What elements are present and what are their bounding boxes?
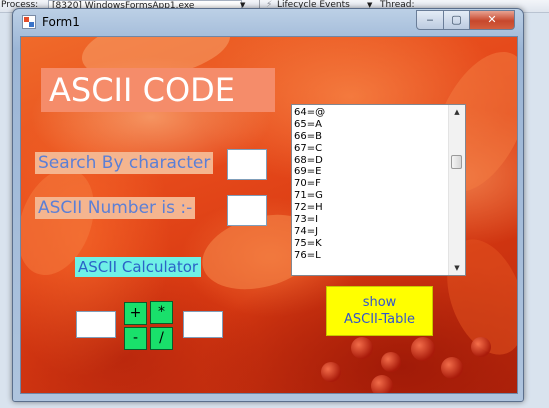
- list-item[interactable]: 65=A: [294, 119, 449, 131]
- search-character-input[interactable]: [227, 149, 267, 180]
- background-bead: [321, 362, 341, 382]
- list-item[interactable]: 70=F: [294, 178, 449, 190]
- show-button-line2: ASCII-Table: [343, 312, 415, 327]
- title-bar[interactable]: Form1 ‒ ▢ ✕: [13, 9, 523, 35]
- background-bead: [371, 375, 393, 393]
- background-bead: [351, 337, 373, 359]
- list-item[interactable]: 66=B: [294, 131, 449, 143]
- show-button-line1: show: [362, 295, 397, 310]
- ascii-list-items: 64=@ 65=A 66=B 67=C 68=D 69=E 70=F 71=G 72=H 73=I…: [294, 107, 449, 262]
- form-client-area: ASCII CODE Search By character ASCII Num…: [20, 36, 518, 394]
- background-bead: [471, 337, 491, 357]
- calc-left-operand-input[interactable]: [76, 311, 116, 338]
- close-button[interactable]: ✕: [469, 10, 515, 30]
- list-item[interactable]: 73=I: [294, 214, 449, 226]
- list-item[interactable]: 71=G: [294, 190, 449, 202]
- calculator-label: ASCII Calculator: [75, 257, 202, 277]
- page-title: ASCII CODE: [41, 68, 275, 112]
- list-item[interactable]: 76=L: [294, 250, 449, 262]
- list-item[interactable]: 75=K: [294, 238, 449, 250]
- list-item[interactable]: 72=H: [294, 202, 449, 214]
- calc-right-operand-input[interactable]: [183, 311, 223, 338]
- divide-button[interactable]: /: [150, 327, 173, 350]
- search-label: Search By character: [35, 152, 214, 174]
- form-window: Form1 ‒ ▢ ✕ ASCII CODE Search By charact…: [12, 8, 524, 402]
- ascii-listbox[interactable]: 64=@ 65=A 66=B 67=C 68=D 69=E 70=F 71=G 72=H 73=I…: [291, 104, 466, 276]
- show-ascii-table-button[interactable]: show ASCII-Table: [326, 286, 433, 336]
- list-item[interactable]: 64=@: [294, 107, 449, 119]
- scrollbar[interactable]: ▲ ▼: [448, 105, 465, 275]
- list-item[interactable]: 69=E: [294, 166, 449, 178]
- minimize-button[interactable]: ‒: [416, 10, 444, 30]
- background-bead: [441, 357, 463, 379]
- list-item[interactable]: 74=J: [294, 226, 449, 238]
- ascii-number-output[interactable]: [227, 195, 267, 226]
- scroll-thumb[interactable]: [451, 155, 462, 169]
- window-title: Form1: [42, 15, 80, 29]
- list-item[interactable]: 68=D: [294, 155, 449, 167]
- list-item[interactable]: 67=C: [294, 143, 449, 155]
- maximize-button[interactable]: ▢: [443, 10, 470, 30]
- ascii-number-label: ASCII Number is :-: [35, 197, 196, 219]
- app-icon[interactable]: [22, 15, 36, 29]
- background-bead: [381, 352, 401, 372]
- minus-button[interactable]: -: [124, 327, 147, 350]
- multiply-button[interactable]: *: [150, 301, 173, 324]
- scroll-up-icon[interactable]: ▲: [449, 105, 465, 119]
- plus-button[interactable]: +: [124, 302, 147, 325]
- scroll-down-icon[interactable]: ▼: [449, 261, 465, 275]
- background-bead: [411, 337, 435, 361]
